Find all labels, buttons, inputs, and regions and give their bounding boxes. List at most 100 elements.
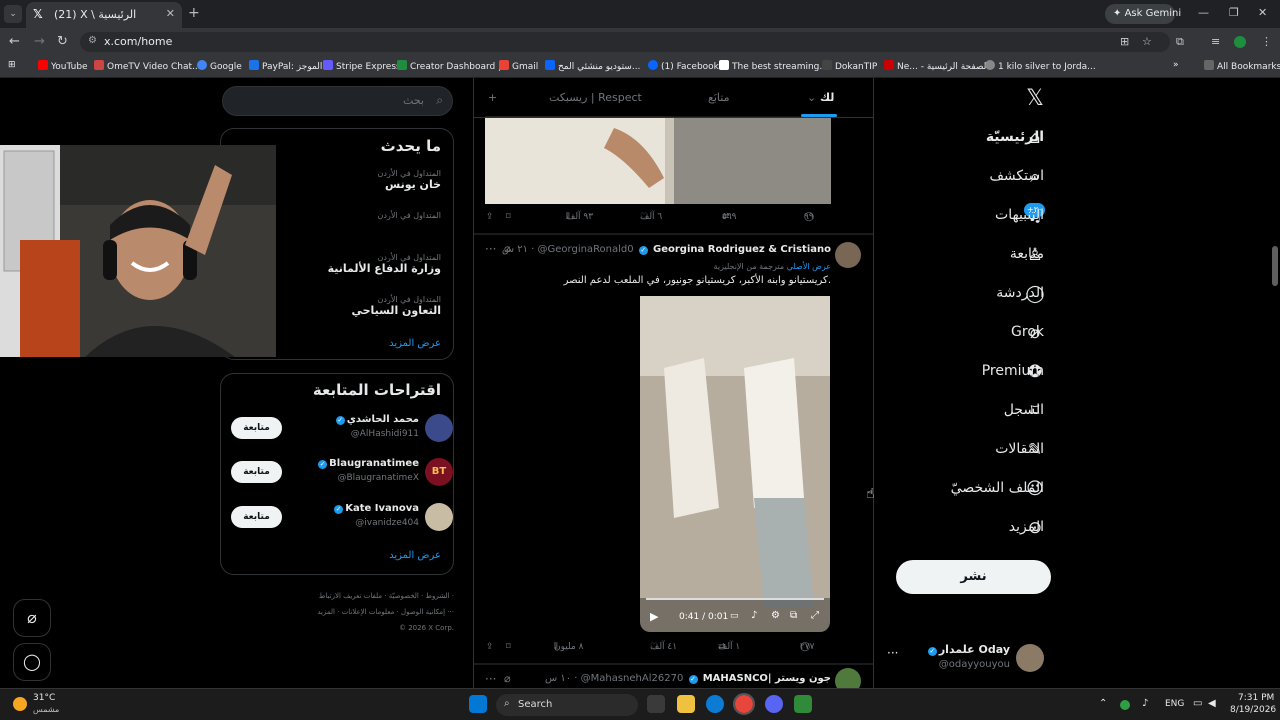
browser-menu-icon[interactable]: ⋮ (1261, 35, 1272, 48)
follow-button[interactable]: متابعة (231, 506, 282, 528)
bookmark-facebook[interactable]: (1) Facebook (648, 60, 719, 72)
site-info-icon[interactable]: ⚙ (88, 35, 97, 46)
bookmark-silver[interactable]: 1 kilo silver to Jorda... (985, 60, 1096, 72)
bookmark-ometv[interactable]: OmeTV Video Chat... (94, 60, 201, 72)
address-bar[interactable]: ⚙ x.com/home (80, 32, 1170, 52)
forward-icon[interactable]: → (34, 34, 45, 49)
weather-condition[interactable]: مشمس (33, 705, 59, 714)
follow-button[interactable]: متابعة (231, 461, 282, 483)
discord-icon[interactable] (765, 695, 783, 713)
language-indicator[interactable]: ENG (1165, 699, 1184, 709)
nav-articles[interactable]: المقالات (995, 441, 1044, 471)
messages-float-button[interactable]: ◯ (13, 643, 51, 681)
grok-float-button[interactable]: ⌀ (13, 599, 51, 637)
profile-avatar[interactable] (1234, 36, 1246, 48)
bookmark-streaming[interactable]: The best streaming... (719, 60, 828, 72)
nav-premium[interactable]: Premium (982, 363, 1044, 393)
reply-stat[interactable]: ٢٧٧ ◯ (800, 642, 815, 652)
chrome-icon[interactable] (733, 693, 755, 715)
tweet-handle[interactable]: @GeorginaRonald0 (538, 244, 634, 255)
chevron-down-icon[interactable]: ⌄ (807, 91, 816, 104)
tray-app-icon[interactable] (1120, 700, 1130, 710)
volume-icon[interactable]: ♪ (751, 610, 757, 621)
more-options-icon[interactable]: ··· (887, 646, 898, 660)
new-tab-icon[interactable]: + (188, 5, 200, 21)
nav-chat[interactable]: الدردشة (996, 285, 1044, 315)
nav-explore[interactable]: استكشف (989, 168, 1044, 198)
clock-time[interactable]: 7:31 PM (1238, 693, 1274, 703)
extensions-icon[interactable]: ⧉ (1176, 35, 1184, 49)
tweet-handle[interactable]: @MahasnehAl26270 (581, 673, 684, 684)
bookmark-homepage[interactable]: Ne... - الصفحة الرئيسية (884, 60, 989, 72)
trend-item[interactable]: المتداول في الأردن التعاون السياحي (351, 295, 441, 317)
bookmark-icon[interactable]: ⌑ (506, 642, 511, 652)
minimize-icon[interactable]: — (1198, 6, 1209, 19)
weather-temp[interactable]: 31°C (33, 693, 55, 703)
task-view-icon[interactable] (647, 695, 665, 713)
tab-search-button[interactable]: ⌄ (4, 5, 22, 23)
add-tab-icon[interactable]: + (488, 91, 497, 104)
settings-gear-icon[interactable]: ⚙ (771, 610, 780, 621)
weather-sun-icon[interactable] (13, 697, 27, 711)
video-player[interactable] (640, 296, 830, 632)
tab-respect[interactable]: ريسبكت | Respect (549, 91, 642, 104)
bookmark-gmail[interactable]: Gmail (499, 60, 538, 72)
bookmark-stripe[interactable]: Stripe Express (323, 60, 401, 72)
grok-icon[interactable]: ⌀ (504, 672, 511, 685)
page-scrollbar[interactable] (1272, 246, 1278, 286)
network-icon[interactable]: ▭ (1193, 698, 1202, 709)
trend-item[interactable]: المتداول في الأردن وزارة الدفاع الألماني… (328, 253, 441, 275)
views-stat[interactable]: ٩٣ آلف ⫴ (566, 212, 593, 222)
nav-history[interactable]: السجل (1004, 402, 1044, 432)
play-icon[interactable]: ▶ (650, 610, 658, 623)
more-options-icon[interactable]: ··· (485, 672, 496, 686)
reload-icon[interactable]: ↻ (57, 34, 68, 49)
show-more-follow-link[interactable]: عرض المزيد (389, 550, 441, 561)
nav-follow[interactable]: متابعة (1010, 246, 1044, 276)
follow-button[interactable]: متابعة (231, 417, 282, 439)
edge-icon[interactable] (706, 695, 724, 713)
more-bookmarks-icon[interactable]: » (1173, 60, 1179, 70)
reply-stat[interactable]: ٩٩ ◯ (804, 212, 814, 222)
bookmark-dokantip[interactable]: DokanTIP (822, 60, 877, 72)
back-icon[interactable]: ← (9, 34, 20, 49)
like-stat[interactable]: ٦ آلف ♡ (640, 212, 662, 222)
tweet-time[interactable]: ٢١ س (502, 244, 528, 255)
follow-suggestion[interactable]: ✓ محمد الحاشدي @AlHashidi911 متابعة (231, 410, 453, 450)
maximize-icon[interactable]: ❐ (1229, 6, 1239, 19)
post-button[interactable]: نشر (896, 560, 1051, 594)
avatar[interactable] (1016, 644, 1044, 672)
apps-icon[interactable]: ⊞ (8, 60, 16, 70)
repost-stat[interactable]: ١ آلف ⇄ (718, 642, 740, 652)
search-input[interactable]: بحث ⌕ (222, 86, 453, 116)
trend-item[interactable]: المتداول في الأردن خان يونس (378, 169, 441, 191)
taskbar-search[interactable]: ⌕ Search (496, 694, 638, 716)
app-icon[interactable] (794, 695, 812, 713)
views-stat[interactable]: ٨ مليون ⫴ (554, 642, 583, 652)
bookmark-youtube[interactable]: YouTube (38, 60, 88, 72)
volume-icon[interactable]: ◀ (1208, 698, 1216, 709)
start-icon[interactable] (469, 695, 487, 713)
show-original-link[interactable]: عرض الأصلي (787, 262, 831, 271)
microphone-icon[interactable]: ♪ (1142, 698, 1148, 709)
close-window-icon[interactable]: ✕ (1258, 6, 1267, 19)
x-logo-icon[interactable]: 𝕏 (1024, 88, 1046, 110)
share-icon[interactable]: ⇪ (486, 642, 494, 652)
tray-chevron-icon[interactable]: ⌃ (1099, 698, 1107, 709)
tweet-time[interactable]: ١٠ س (545, 673, 571, 684)
media-icon[interactable]: ≡ (1211, 35, 1220, 48)
all-bookmarks[interactable]: All Bookmarks (1204, 60, 1280, 72)
tweet-author[interactable]: MAHASNCO| جون ويستر (703, 673, 831, 684)
close-tab-icon[interactable]: ✕ (166, 7, 175, 20)
avatar[interactable]: BT (425, 458, 453, 486)
nav-more[interactable]: المزيد (1009, 519, 1044, 549)
nav-profile[interactable]: الملف الشخصيّ (951, 480, 1044, 510)
tab-for-you[interactable]: لك (820, 91, 834, 104)
repost-stat[interactable]: ٥٦٩ ⇄ (722, 212, 737, 222)
bookmark-google[interactable]: Google (197, 60, 242, 72)
bookmark-studio[interactable]: ستوديو منشئي المح... (545, 60, 640, 72)
show-more-trends-link[interactable]: عرض المزيد (389, 338, 441, 349)
avatar[interactable] (425, 414, 453, 442)
picture-in-picture-icon[interactable]: ⧉ (790, 610, 797, 621)
nav-grok[interactable]: Grok (1011, 324, 1044, 354)
